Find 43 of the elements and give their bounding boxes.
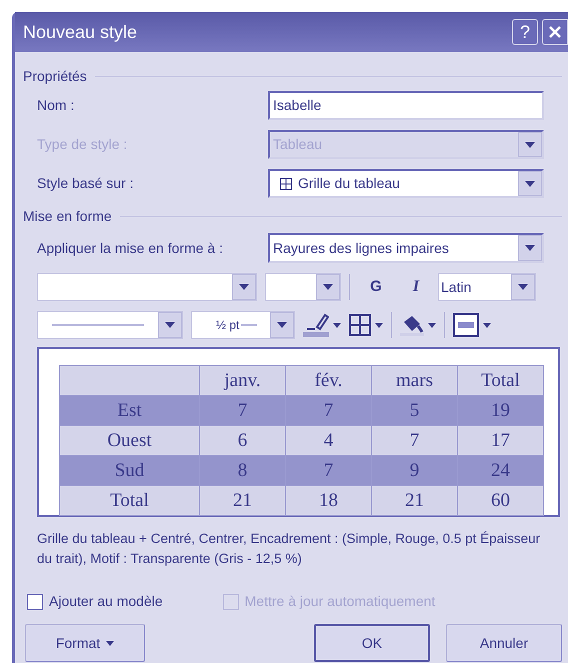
frame-icon xyxy=(453,313,479,337)
close-icon xyxy=(548,25,562,39)
text-field[interactable]: Isabelle xyxy=(268,91,544,120)
dialog-button[interactable]: Annuler xyxy=(446,624,562,662)
dropdown[interactable]: Latin xyxy=(438,273,536,301)
checkbox[interactable]: Ajouter au modèle xyxy=(27,591,163,612)
pen-button[interactable] xyxy=(303,313,341,337)
italic-button[interactable]: I xyxy=(402,275,430,299)
section-title: Propriétés xyxy=(23,67,87,86)
table-row: Total 21 18 21 60 xyxy=(60,486,544,516)
table-row: Sud 8 7 9 24 xyxy=(60,456,544,486)
caret-icon xyxy=(483,322,491,328)
dialog-button[interactable]: Format xyxy=(25,624,145,662)
caret-icon xyxy=(333,322,341,328)
grid-icon xyxy=(349,314,371,336)
caret-icon xyxy=(375,322,383,328)
line-weight-icon xyxy=(241,324,258,326)
caret-icon xyxy=(106,640,114,646)
frame-button[interactable] xyxy=(453,313,491,337)
dropdown[interactable]: Rayures des lignes impaires xyxy=(268,233,544,263)
table-row: Est 7 7 5 19 xyxy=(60,396,544,426)
paint-bucket-button[interactable] xyxy=(400,314,436,336)
caret-icon xyxy=(428,322,436,328)
window-title: Nouveau style xyxy=(23,20,138,44)
checkbox: Mettre à jour automatiquement xyxy=(222,591,436,612)
table-grid-icon xyxy=(280,178,292,190)
bold-button[interactable]: G xyxy=(358,276,394,298)
grid-button[interactable] xyxy=(349,314,383,336)
dropdown[interactable]: Grille du tableau xyxy=(268,169,544,198)
table-row: Ouest 6 4 7 17 xyxy=(60,426,544,456)
field-label: Nom : xyxy=(36,96,76,115)
section-title: Mise en forme xyxy=(23,207,112,226)
paint-bucket-icon xyxy=(400,314,424,336)
field-label: Style basé sur : xyxy=(36,174,134,193)
close-button[interactable] xyxy=(542,19,568,45)
help-button[interactable]: ? xyxy=(512,19,538,45)
field-label: Appliquer la mise en forme à : xyxy=(36,238,224,258)
dropdown[interactable] xyxy=(37,311,183,339)
dropdown[interactable]: ½ pt xyxy=(191,311,295,339)
dialog-button[interactable]: OK xyxy=(314,624,430,662)
style-description: Grille du tableau + Centré, Centrer, Encadrement : (Simple, Rouge, 0.5 pt Épaisseur du trait), Motif : Transparente (Gris - 12,5 %) xyxy=(36,530,542,568)
pen-icon xyxy=(303,313,329,337)
field-label: Type de style : xyxy=(36,135,128,154)
